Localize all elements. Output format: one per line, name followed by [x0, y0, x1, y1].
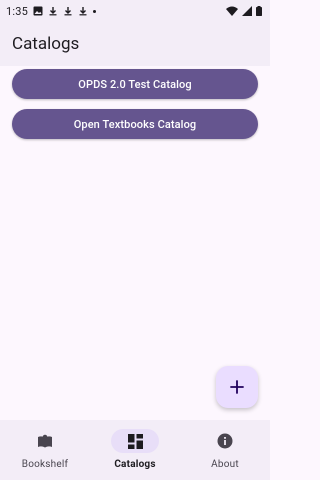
- app-bar: Catalogs: [0, 22, 270, 66]
- download-icon: [79, 7, 87, 16]
- download-icon: [49, 7, 57, 16]
- page-title: Catalogs: [12, 34, 80, 54]
- status-time: 1:35: [6, 4, 29, 18]
- status-bar: 1:35: [0, 0, 270, 22]
- image-notification-icon: [33, 6, 43, 16]
- nav-item-about[interactable]: About: [180, 420, 270, 480]
- nav-item-bookshelf[interactable]: Bookshelf: [0, 420, 90, 480]
- download-icon: [64, 7, 72, 16]
- dashboard-icon: [127, 433, 143, 449]
- more-notifications-dot-icon: [93, 9, 97, 13]
- status-left: 1:35: [6, 4, 97, 18]
- nav-label-catalogs: Catalogs: [114, 459, 156, 470]
- plus-icon: [230, 380, 244, 394]
- bottom-navigation: Bookshelf Catalogs About: [0, 420, 270, 480]
- nav-label-about: About: [211, 459, 239, 470]
- catalog-button-open-textbooks[interactable]: Open Textbooks Catalog: [12, 109, 258, 139]
- status-right: [226, 6, 262, 16]
- nav-label-bookshelf: Bookshelf: [21, 459, 69, 470]
- info-icon: [217, 433, 233, 449]
- battery-icon: [256, 6, 262, 16]
- wifi-icon: [226, 6, 238, 16]
- nav-icon-container: [201, 429, 249, 453]
- nav-icon-container: [21, 429, 69, 453]
- nav-item-catalogs[interactable]: Catalogs: [90, 420, 180, 480]
- book-icon: [38, 434, 52, 448]
- add-catalog-button[interactable]: [216, 366, 258, 408]
- catalog-button-opds-test[interactable]: OPDS 2.0 Test Catalog: [12, 69, 258, 99]
- nav-active-indicator: [111, 429, 159, 453]
- signal-icon: [242, 6, 252, 16]
